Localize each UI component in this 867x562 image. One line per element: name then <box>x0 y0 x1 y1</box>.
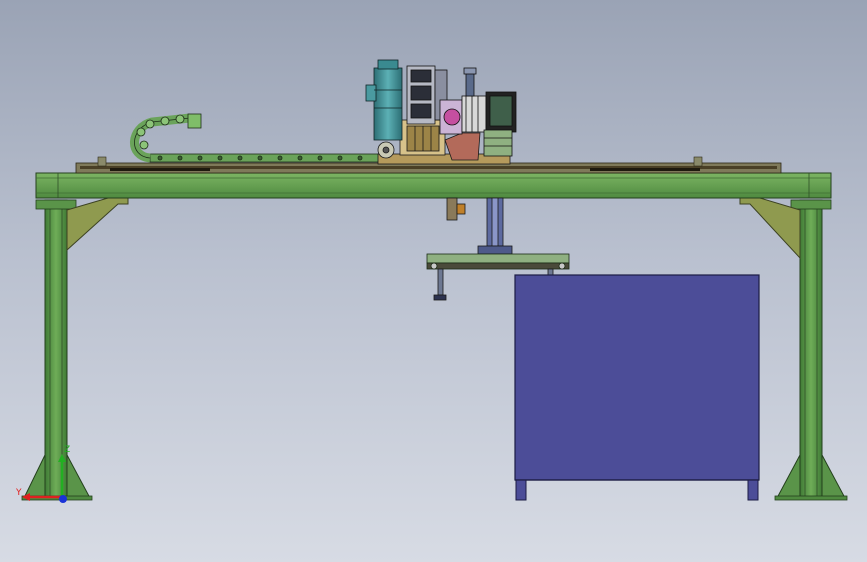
servo-motor-left <box>365 59 403 141</box>
material-cabinet <box>514 274 760 501</box>
gantry-assembly-drawing: Y Z <box>15 59 848 503</box>
z-axis-column <box>446 197 513 255</box>
gripper-plate <box>426 253 570 270</box>
suction-cup-left <box>433 268 447 301</box>
left-leg <box>21 199 93 501</box>
cable-drag-chain <box>130 113 381 163</box>
cad-viewport[interactable]: Y Z <box>0 0 867 562</box>
y-axis-label: Z <box>64 445 70 455</box>
top-beam <box>35 172 832 199</box>
right-diagonal-brace <box>739 197 801 260</box>
x-axis-label: Y <box>15 488 22 498</box>
right-leg <box>774 199 848 501</box>
depth-axis-dot <box>59 495 67 503</box>
